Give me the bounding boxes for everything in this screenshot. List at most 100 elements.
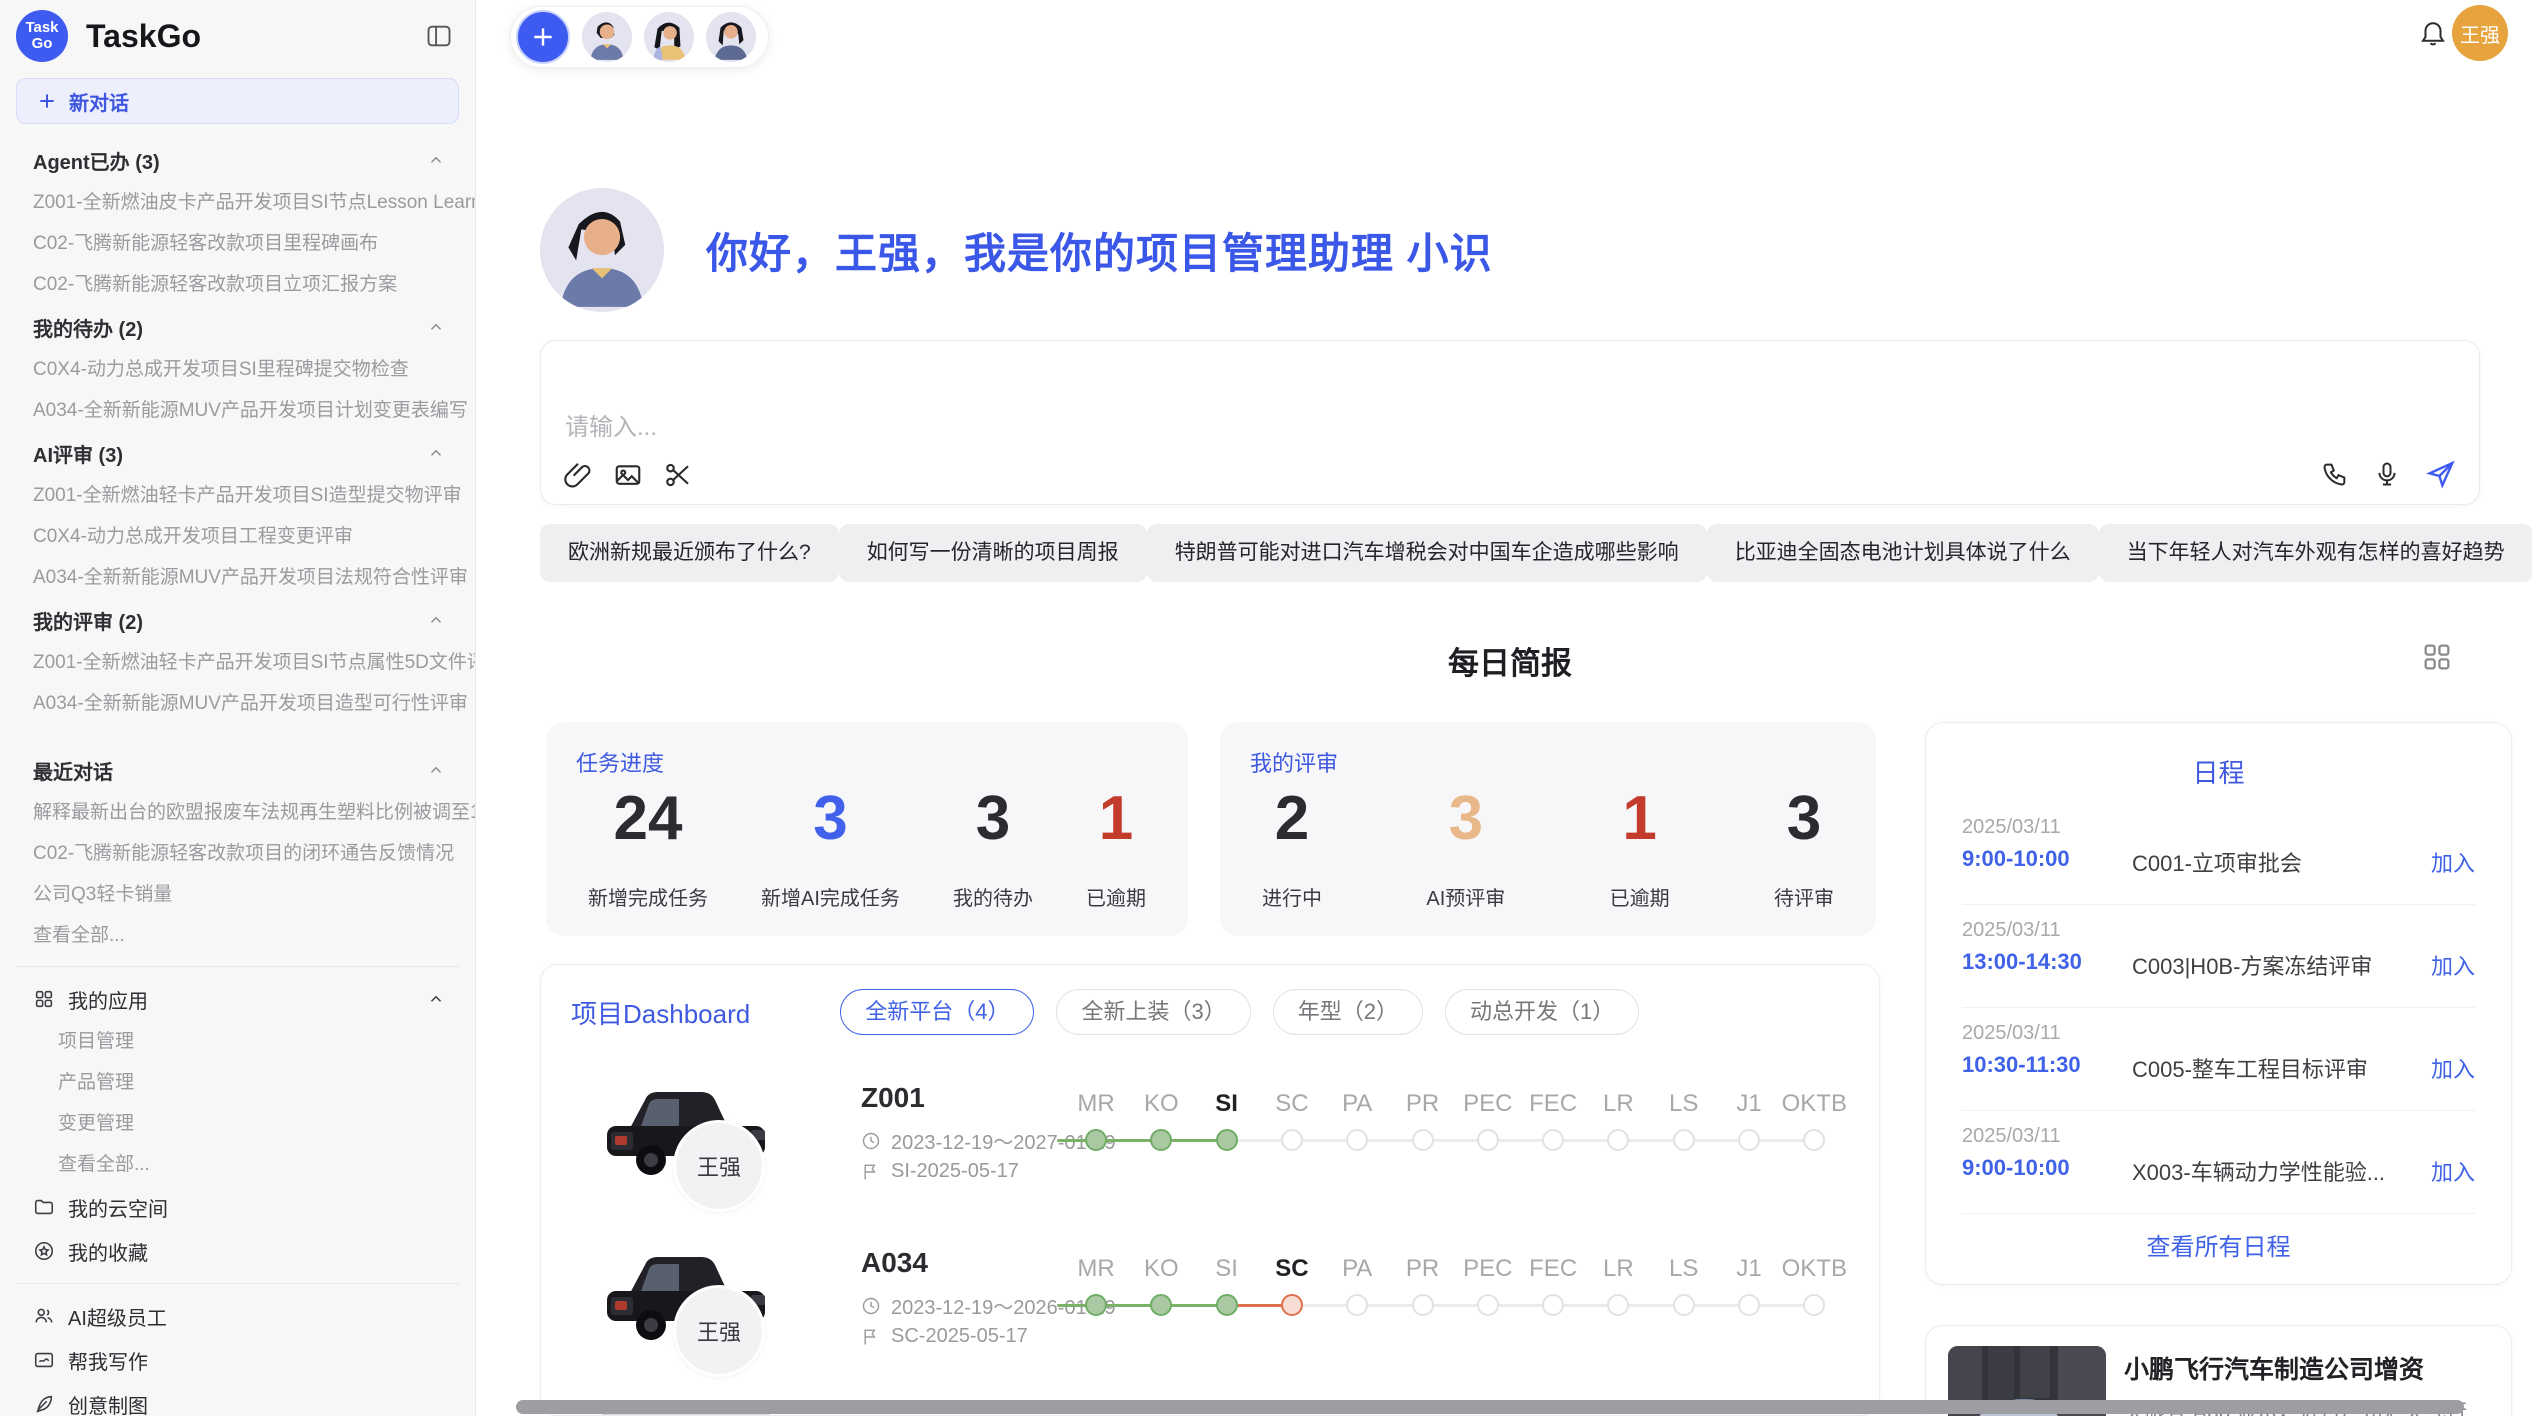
sidebar-tools-block: AI超级员工 帮我写作 创意制图 [0,1294,475,1416]
send-icon[interactable] [2425,458,2457,490]
agent-avatar-3[interactable] [706,12,756,62]
project-row[interactable]: 王强 Z001 2023-12-19～2027-01-19 SI-2025-05… [541,1076,1880,1241]
sidebar-app-item[interactable]: 变更管理 [0,1103,475,1144]
sidebar-item[interactable]: Z001-全新燃油皮卡产品开发项目SI节点Lesson Learn报告 [0,182,475,223]
milestone-node[interactable] [1542,1294,1564,1316]
sidebar-tool-image[interactable]: 帮我写作 [0,1338,475,1382]
suggestion-chip[interactable]: 欧洲新规最近颁布了什么? [540,524,839,582]
join-link[interactable]: 加入 [2431,1155,2475,1187]
milestone-node[interactable] [1673,1294,1695,1316]
milestone-node[interactable] [1738,1129,1760,1151]
image-upload-icon[interactable] [613,460,643,490]
suggestion-chip[interactable]: 当下年轻人对汽车外观有怎样的喜好趋势 [2099,524,2532,582]
layout-grid-icon[interactable] [2420,640,2454,674]
sidebar-item[interactable]: C02-飞腾新能源轻客改款项目立项汇报方案 [0,264,475,305]
join-link[interactable]: 加入 [2431,949,2475,981]
suggestion-chip[interactable]: 如何写一份清晰的项目周报 [839,524,1147,582]
sidebar-item[interactable]: 公司Q3轻卡销量 [0,874,475,915]
sidebar-item[interactable]: Z001-全新燃油轻卡产品开发项目SI节点属性5D文件评审 [0,642,475,683]
suggestion-chip[interactable]: 特朗普可能对进口汽车增税会对中国车企造成哪些影响 [1147,524,1707,582]
milestone-node[interactable] [1412,1294,1434,1316]
stat-value: 3 [813,784,847,854]
add-conversation-button[interactable] [516,10,570,64]
sidebar-item-folder[interactable]: 我的云空间 [0,1185,475,1229]
sidebar-item-label: 我的收藏 [68,1237,148,1266]
milestone-node[interactable] [1803,1294,1825,1316]
schedule-item[interactable]: 2025/03/11 13:00-14:30 C003|H0B-方案冻结评审 加… [1962,905,2475,1008]
join-link[interactable]: 加入 [2431,1052,2475,1084]
sidebar-item-my-apps[interactable]: 我的应用 [0,977,475,1021]
dashboard-filter-chip[interactable]: 全新平台（4） [840,989,1034,1035]
sidebar-item-star[interactable]: 我的收藏 [0,1229,475,1273]
sidebar-app-item[interactable]: 产品管理 [0,1062,475,1103]
milestone-node[interactable] [1803,1129,1825,1151]
milestone-node[interactable] [1150,1294,1172,1316]
schedule-item[interactable]: 2025/03/11 9:00-10:00 X003-车辆动力学性能验... 加… [1962,1111,2475,1214]
milestone-node[interactable] [1477,1129,1499,1151]
milestone-node[interactable] [1085,1129,1107,1151]
milestone-node[interactable] [1607,1129,1629,1151]
project-row[interactable]: 王强 A034 2023-12-19～2026-01-19 SC-2025-05… [541,1241,1880,1406]
sidebar-collapse-icon[interactable] [425,22,453,50]
logo-line2: Go [32,36,53,52]
notification-bell-icon[interactable] [2418,17,2448,47]
sidebar-item[interactable]: A034-全新新能源MUV产品开发项目造型可行性评审 [0,683,475,724]
schedule-name: C001-立项审批会 [2132,846,2302,878]
schedule-item[interactable]: 2025/03/11 10:30-11:30 C005-整车工程目标评审 加入 [1962,1008,2475,1111]
milestone-node[interactable] [1085,1294,1107,1316]
milestone-node[interactable] [1673,1129,1695,1151]
horizontal-scrollbar-thumb[interactable] [516,1400,2464,1414]
milestone-node[interactable] [1216,1294,1238,1316]
sidebar-item[interactable]: Z001-全新燃油轻卡产品开发项目SI造型提交物评审 [0,475,475,516]
sidebar-tool-label: 创意制图 [68,1390,148,1416]
user-avatar[interactable]: 王强 [2452,5,2508,61]
attachment-icon[interactable] [563,460,593,490]
sidebar-item[interactable]: A034-全新新能源MUV产品开发项目法规符合性评审 [0,557,475,598]
chat-input[interactable]: 请输入... [540,340,2480,505]
flag-icon [861,1162,881,1182]
sidebar-item[interactable]: 查看全部... [0,915,475,956]
schedule-item[interactable]: 2025/03/11 9:00-10:00 C001-立项审批会 加入 [1962,802,2475,905]
sidebar-item[interactable]: A034-全新新能源MUV产品开发项目计划变更表编写 [0,390,475,431]
sidebar-item[interactable]: C02-飞腾新能源轻客改款项目的闭环通告反馈情况 [0,833,475,874]
view-all-schedule-link[interactable]: 查看所有日程 [1926,1227,2511,1262]
suggestion-chip[interactable]: 比亚迪全固态电池计划具体说了什么 [1707,524,2099,582]
sidebar-apps-block: 我的应用 项目管理产品管理变更管理查看全部... 我的云空间 我的收藏 [0,977,475,1273]
milestone-label: LS [1669,1255,1698,1283]
sidebar-section-header[interactable]: AI评审 (3) [0,431,475,475]
new-chat-button[interactable]: 新对话 [16,78,459,124]
join-link[interactable]: 加入 [2431,846,2475,878]
milestone-node[interactable] [1738,1294,1760,1316]
dashboard-filter-chip[interactable]: 年型（2） [1273,989,1423,1035]
milestone-node[interactable] [1412,1129,1434,1151]
microphone-icon[interactable] [2373,460,2401,488]
sidebar-item[interactable]: C0X4-动力总成开发项目工程变更评审 [0,516,475,557]
milestone-node[interactable] [1216,1129,1238,1151]
milestone-node[interactable] [1542,1129,1564,1151]
sidebar-section-header[interactable]: 我的评审 (2) [0,598,475,642]
milestone-node[interactable] [1346,1129,1368,1151]
sidebar-item[interactable]: C02-飞腾新能源轻客改款项目里程碑画布 [0,223,475,264]
voice-call-icon[interactable] [2321,460,2349,488]
dashboard-filter-chip[interactable]: 全新上装（3） [1056,989,1250,1035]
sidebar-tool-people[interactable]: AI超级员工 [0,1294,475,1338]
milestone-node[interactable] [1607,1294,1629,1316]
sidebar-item[interactable]: C0X4-动力总成开发项目SI里程碑提交物检查 [0,349,475,390]
sidebar-app-item[interactable]: 查看全部... [0,1144,475,1185]
agent-avatar-1[interactable] [582,12,632,62]
agent-avatar-2[interactable] [644,12,694,62]
milestone-node[interactable] [1281,1294,1303,1316]
sidebar-section-header[interactable]: Agent已办 (3) [0,138,475,182]
milestone-node[interactable] [1150,1129,1172,1151]
scissors-icon[interactable] [663,460,693,490]
milestone-node[interactable] [1281,1129,1303,1151]
sidebar-tool-quill[interactable]: 创意制图 [0,1382,475,1416]
chevron-icon [427,151,445,169]
milestone-node[interactable] [1477,1294,1499,1316]
sidebar-section-header[interactable]: 我的待办 (2) [0,305,475,349]
sidebar-item[interactable]: 解释最新出台的欧盟报废车法规再生塑料比例被调至15%... [0,792,475,833]
milestone-node[interactable] [1346,1294,1368,1316]
sidebar-app-item[interactable]: 项目管理 [0,1021,475,1062]
dashboard-filter-chip[interactable]: 动总开发（1） [1445,989,1639,1035]
sidebar-section-header[interactable]: 最近对话 [0,748,475,792]
